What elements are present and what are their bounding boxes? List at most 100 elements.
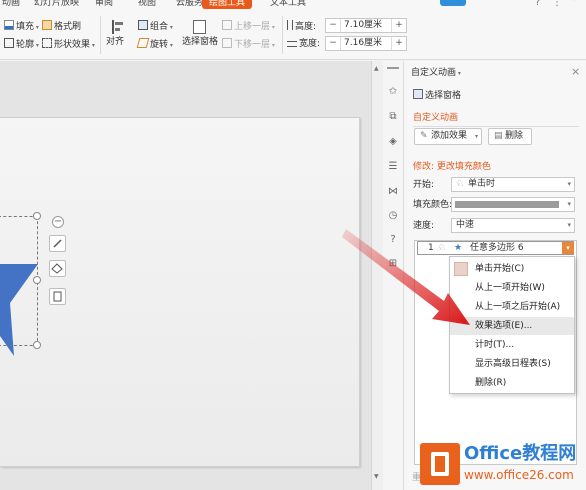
start-label: 开始: <box>413 180 435 190</box>
height-label: 高度: <box>287 20 316 33</box>
height-icon <box>287 20 293 30</box>
help-icon[interactable]: ? <box>535 0 540 9</box>
tab-drawing-tools[interactable]: 绘图工具 <box>202 0 253 9</box>
resize-handle[interactable] <box>33 341 41 349</box>
outline-button[interactable]: 轮廓 ▾ <box>4 38 39 52</box>
sliders-icon[interactable]: ☰ <box>387 161 399 173</box>
send-backward-label: 下移一层 <box>234 40 271 50</box>
fill-button[interactable]: 填充 ▾ <box>4 20 39 34</box>
align-label: 对齐 <box>106 37 125 47</box>
rotate-icon <box>136 38 150 48</box>
trash-icon: ▤ <box>494 131 503 141</box>
align-button[interactable]: 对齐 <box>106 20 130 48</box>
red-pointer-arrow <box>342 229 470 325</box>
width-label: 宽度: <box>287 38 320 50</box>
align-icon <box>112 20 124 34</box>
fill-icon <box>4 20 14 30</box>
pencil-icon <box>53 239 62 248</box>
edit-shape-button[interactable] <box>49 235 66 252</box>
menu-item-timing[interactable]: 计时(T)... <box>450 336 574 354</box>
chevron-down-icon: ▾ <box>474 133 478 140</box>
drag-handle-icon[interactable] <box>387 67 399 69</box>
add-effect-button[interactable]: ✎ 添加效果 ▾ <box>414 128 482 145</box>
format-painter-label: 格式刷 <box>54 22 82 32</box>
collapse-ribbon-icon[interactable]: ⌃ <box>570 0 578 9</box>
rotate-button[interactable]: 旋转 ▾ <box>136 38 173 52</box>
height-value[interactable]: 7.10厘米 <box>344 19 382 32</box>
outline-icon <box>4 38 14 48</box>
watermark-brand: Office教程网 <box>464 443 577 464</box>
tab-review[interactable]: 审阅 <box>95 0 113 9</box>
pencil-icon: ✎ <box>420 131 428 141</box>
tab-animation[interactable]: 动画 <box>2 0 20 9</box>
scroll-up-icon[interactable]: ▲ <box>374 65 379 72</box>
format-painter-button[interactable]: 格式刷 <box>42 20 81 33</box>
chevron-down-icon: ▾ <box>567 180 571 188</box>
width-spinner[interactable]: − 7.16厘米 + <box>325 36 407 51</box>
menu-item-remove[interactable]: 删除(R) <box>450 374 574 392</box>
start-value: 单击时 <box>468 179 496 189</box>
chevron-down-icon: ▾ <box>567 200 571 208</box>
collapse-toolbar-icon[interactable]: − <box>52 216 64 228</box>
watermark: Office教程网 www.office26.com <box>420 437 586 490</box>
fill-color-select[interactable]: ▾ <box>451 197 575 212</box>
copy-icon[interactable]: ⧉ <box>387 111 399 123</box>
fill-label: 填充 <box>16 22 35 32</box>
more-icon[interactable]: ⋮ <box>552 0 562 9</box>
pane-title[interactable]: 自定义动画 ▾ <box>411 67 461 80</box>
shapes-icon[interactable]: ◈ <box>387 136 399 148</box>
height-increment-button[interactable]: + <box>391 19 406 32</box>
menu-item-advanced-timeline[interactable]: 显示高级日程表(S) <box>450 355 574 373</box>
tab-view[interactable]: 视图 <box>138 0 156 9</box>
bring-forward-button[interactable]: 上移一层 ▾ <box>222 20 275 34</box>
outline-label: 轮廓 <box>16 40 35 50</box>
start-select[interactable]: ♘ 单击时 ▾ <box>451 177 575 192</box>
send-backward-button[interactable]: 下移一层 ▾ <box>222 38 275 52</box>
resize-handle[interactable] <box>33 276 41 284</box>
delete-button[interactable]: ▤ 删除 <box>488 128 532 145</box>
selection-pane-button[interactable]: 选择窗格 <box>182 20 218 50</box>
format-painter-icon <box>42 20 52 30</box>
fill-style-button[interactable] <box>49 260 66 277</box>
selection-pane-icon <box>193 20 206 34</box>
width-icon <box>287 41 297 47</box>
width-increment-button[interactable]: + <box>391 37 406 50</box>
resize-handle[interactable] <box>33 212 41 220</box>
tab-text-tools[interactable]: 文本工具 <box>270 0 306 9</box>
ribbon-tab-bar: 动画 幻灯片放映 审阅 视图 云服务 绘图工具 文本工具 ? ⋮ ⌃ <box>0 0 586 10</box>
fill-color-label: 填充颜色: <box>413 200 453 210</box>
close-pane-icon[interactable]: × <box>571 65 580 78</box>
tab-cloud[interactable]: 云服务 <box>176 0 203 9</box>
rotate-label: 旋转 <box>150 40 169 50</box>
height-spinner[interactable]: − 7.10厘米 + <box>325 18 407 33</box>
width-decrement-button[interactable]: − <box>326 37 341 50</box>
send-backward-icon <box>222 38 232 48</box>
mouse-click-icon: ♘ <box>456 179 465 189</box>
office-logo-icon <box>420 443 460 485</box>
history-icon[interactable]: ◷ <box>387 210 399 222</box>
color-swatch <box>455 201 559 208</box>
selection-pane-link[interactable]: 选择窗格 <box>413 89 461 102</box>
shape-effect-button[interactable]: 形状效果 ▾ <box>42 38 95 52</box>
star-animation-icon[interactable]: ✩ <box>387 86 399 98</box>
section-title: 自定义动画 <box>413 113 459 123</box>
square-outline-icon <box>53 291 62 302</box>
slide[interactable]: − <box>0 117 360 467</box>
item-dropdown-button[interactable]: ▾ <box>562 242 574 254</box>
width-value[interactable]: 7.16厘米 <box>344 37 382 50</box>
scroll-down-icon[interactable]: ▼ <box>374 473 379 480</box>
ribbon: 填充 ▾ 格式刷 轮廓 ▾ 形状效果 ▾ 对齐 组合 ▾ 旋转 ▾ 选择窗格 上… <box>0 10 586 60</box>
share-icon[interactable]: ⋈ <box>387 186 399 198</box>
group-icon <box>138 20 148 30</box>
user-badge[interactable] <box>440 0 466 6</box>
paint-bucket-icon <box>51 263 63 274</box>
slide-canvas[interactable]: − <box>0 61 371 490</box>
outline-style-button[interactable] <box>49 288 66 305</box>
group-button[interactable]: 组合 ▾ <box>138 20 173 34</box>
shape-effect-icon <box>42 38 52 48</box>
bring-forward-icon <box>222 20 232 30</box>
group-label: 组合 <box>150 22 169 32</box>
tab-slideshow[interactable]: 幻灯片放映 <box>34 0 79 9</box>
height-decrement-button[interactable]: − <box>326 19 341 32</box>
chevron-down-icon: ▾ <box>567 221 571 229</box>
